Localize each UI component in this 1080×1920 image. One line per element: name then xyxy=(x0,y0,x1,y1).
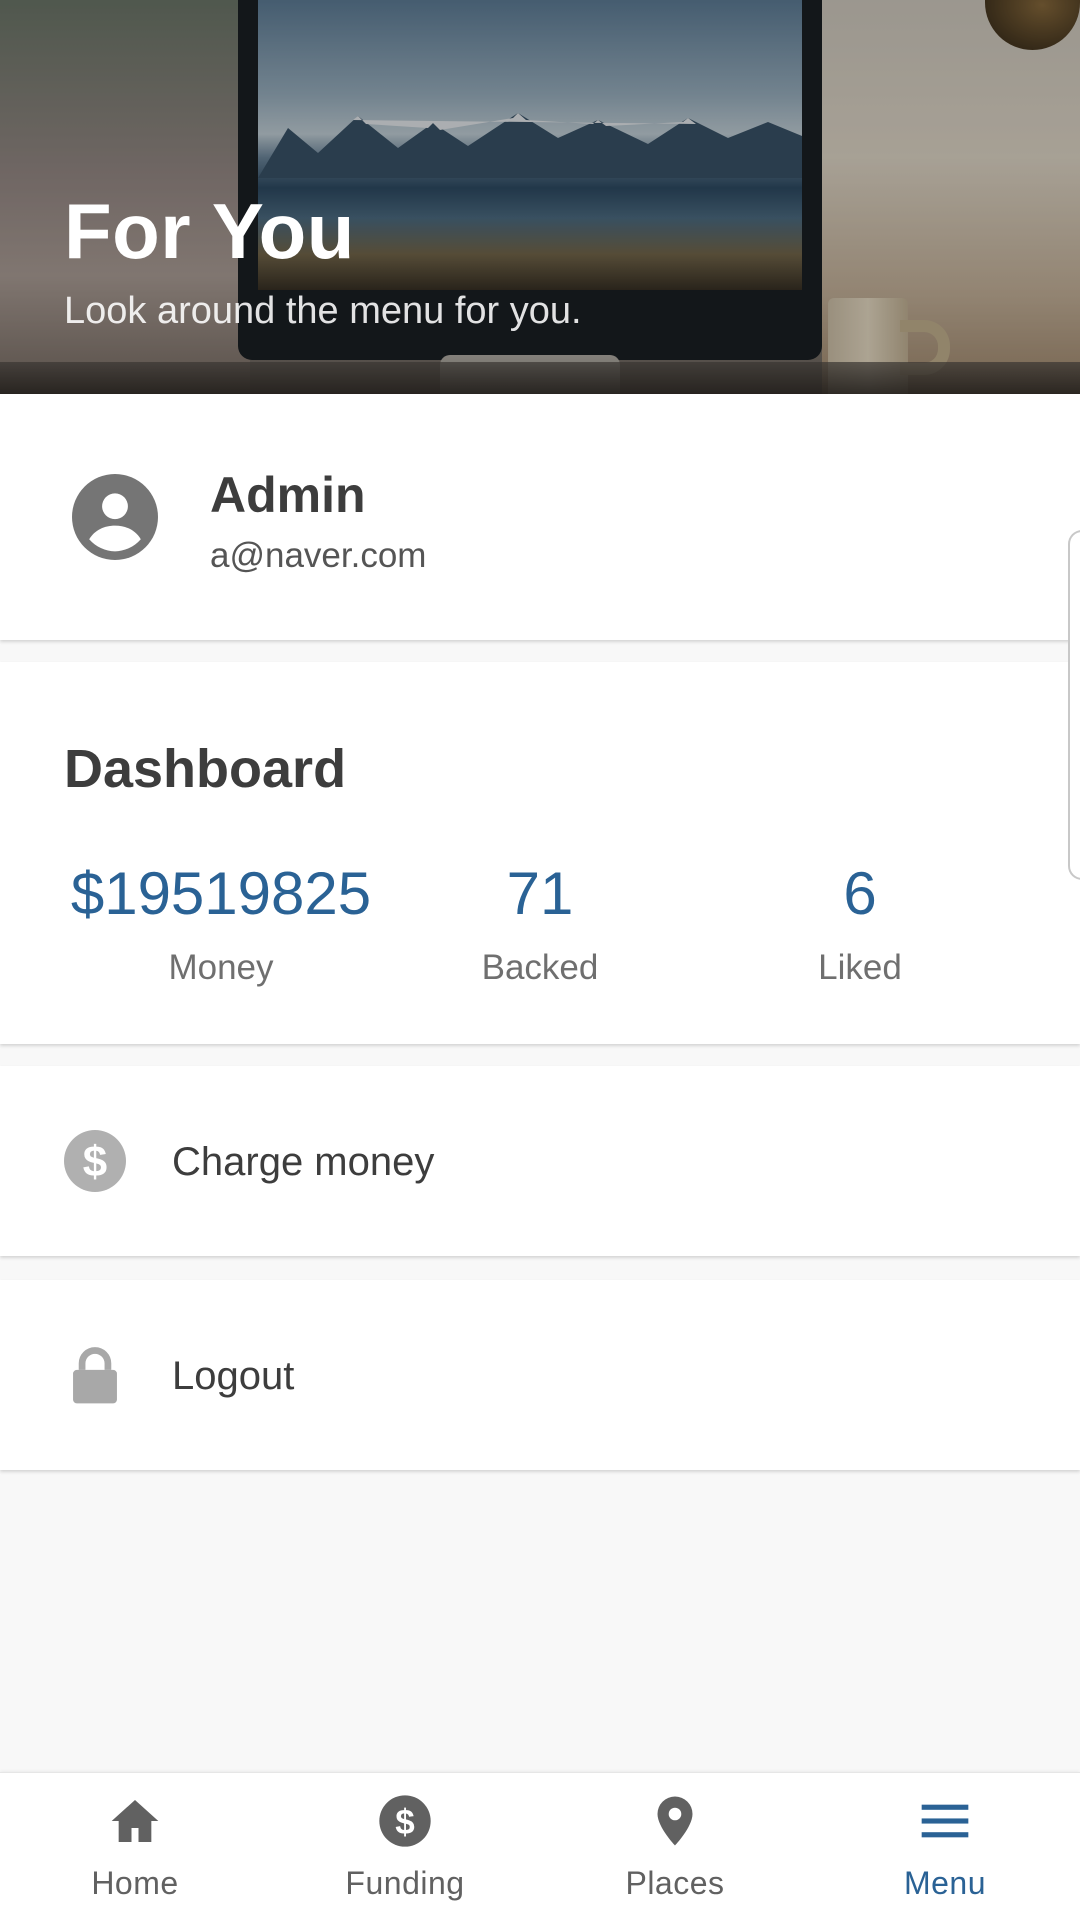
dashboard-title: Dashboard xyxy=(64,739,347,799)
logout-button[interactable] xyxy=(0,1280,1080,1470)
edge-panel-handle[interactable] xyxy=(1068,530,1080,880)
charge-money-label: Charge money xyxy=(172,1140,435,1184)
nav-funding-label: Funding xyxy=(345,1865,465,1901)
profile-card[interactable] xyxy=(0,394,1080,640)
nav-funding[interactable]: $ Funding xyxy=(270,1773,540,1920)
dollar-circle-icon: $ xyxy=(379,1795,431,1847)
page-title: For You xyxy=(64,187,355,275)
stat-backed: 71 Backed xyxy=(440,864,640,988)
stat-money: $19519825 Money xyxy=(52,864,390,988)
location-pin-icon xyxy=(657,1796,693,1846)
logout-label: Logout xyxy=(172,1354,295,1398)
svg-text:$: $ xyxy=(395,1803,414,1842)
nav-home[interactable]: Home xyxy=(0,1773,270,1920)
nav-places[interactable]: Places xyxy=(540,1773,810,1920)
nav-menu-label: Menu xyxy=(903,1865,987,1901)
dollar-circle-icon: $ xyxy=(64,1130,126,1192)
menu-icon xyxy=(921,1804,969,1838)
stat-backed-label: Backed xyxy=(481,948,599,987)
stat-liked-value: 6 xyxy=(843,860,877,927)
stat-backed-value: 71 xyxy=(506,860,574,927)
stat-liked: 6 Liked xyxy=(760,864,960,988)
home-icon xyxy=(111,1800,159,1842)
nav-places-label: Places xyxy=(625,1865,725,1901)
page-subtitle: Look around the menu for you. xyxy=(64,290,582,332)
nav-menu[interactable]: Menu xyxy=(810,1773,1080,1920)
bottom-navigation: Home $ Funding Places Menu xyxy=(0,1772,1080,1920)
stat-liked-label: Liked xyxy=(818,948,902,987)
nav-home-label: Home xyxy=(91,1865,179,1901)
profile-name: Admin xyxy=(210,467,366,523)
lock-icon xyxy=(73,1347,117,1404)
account-circle-icon xyxy=(72,474,158,560)
profile-email: a@naver.com xyxy=(210,536,427,575)
charge-money-button[interactable] xyxy=(0,1066,1080,1256)
stat-money-value: $19519825 xyxy=(70,860,372,927)
stat-money-label: Money xyxy=(168,948,274,987)
svg-text:$: $ xyxy=(83,1138,107,1187)
